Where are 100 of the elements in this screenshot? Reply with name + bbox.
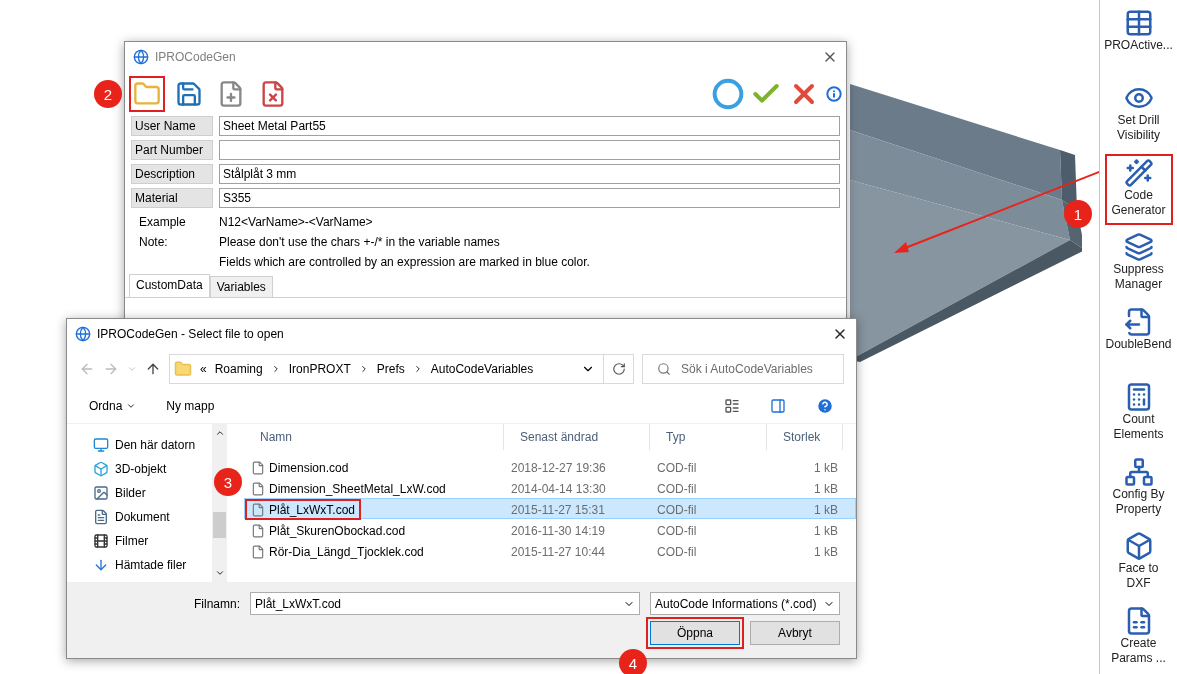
document-icon [93, 509, 109, 525]
type-cell-text: COD-fil [656, 481, 698, 496]
column-header[interactable]: Senast ändrad [504, 424, 650, 450]
file-row[interactable]: Dimension_SheetMetal_LxW.cod 2014-04-14 13:30 COD-fil 1 kB [244, 477, 856, 498]
filename-field[interactable]: Plåt_LxWxT.cod [250, 592, 640, 615]
organize-menu[interactable]: Ordna [89, 399, 137, 413]
date-cell-text: 2014-04-14 13:30 [510, 481, 607, 496]
step-badge: 2 [94, 80, 122, 108]
ribbon-button[interactable]: PROActive... [1104, 4, 1173, 76]
step-badge: 1 [1064, 200, 1092, 228]
field-label: Material [131, 188, 213, 208]
file-icon [251, 460, 265, 475]
help-icon[interactable] [816, 397, 834, 415]
path-prefix: « [200, 362, 207, 376]
hint-text: Fields which are controlled by an expression are marked in blue color. [219, 255, 590, 269]
filename-label: Filnamn: [194, 596, 240, 611]
field-label: Description [131, 164, 213, 184]
column-header[interactable]: Namn [244, 424, 504, 450]
cube-icon [93, 461, 109, 477]
file-name: Plåt_SkurenObockad.cod [245, 520, 412, 541]
input-field[interactable]: Sheet Metal Part55 [219, 116, 840, 136]
date-cell-text: 2015-11-27 15:31 [510, 502, 606, 517]
network-icon [1123, 456, 1154, 487]
search-field[interactable]: Sök i AutoCodeVariables [642, 354, 844, 384]
tab[interactable]: Variables [209, 276, 273, 297]
dialog-title: IPROCodeGen - Select file to open [97, 327, 285, 341]
pictures-icon [93, 485, 109, 501]
scrollbar-thumb[interactable] [213, 512, 226, 538]
column-header[interactable]: Storlek [767, 424, 843, 450]
type-cell-text: COD-fil [656, 460, 698, 475]
sidebar-item[interactable]: Hämtade filer [93, 556, 212, 574]
filter-dropdown[interactable]: AutoCode Informations (*.cod) [650, 592, 840, 615]
field-label: User Name [131, 116, 213, 136]
file-icon [251, 544, 265, 559]
info-icon[interactable] [826, 86, 842, 102]
ribbon-button[interactable]: DoubleBend [1104, 303, 1173, 375]
tab[interactable]: CustomData [129, 274, 210, 297]
type-cell-text: COD-fil [656, 544, 698, 559]
new-folder-button[interactable]: Ny mapp [166, 399, 215, 413]
size-cell-text: 1 kB [813, 460, 839, 475]
hint-label: Example [139, 215, 187, 229]
search-icon [657, 362, 671, 376]
file-row[interactable]: Plåt_LxWxT.cod 2015-11-27 15:31 COD-fil 1 kB [244, 498, 856, 519]
computer-icon [93, 437, 109, 453]
date-cell-text: 2016-11-30 14:19 [510, 523, 606, 538]
ribbon-button[interactable]: Config By Property [1104, 452, 1173, 525]
view-icon[interactable] [724, 398, 740, 414]
ribbon-button[interactable]: Face to DXF [1104, 527, 1173, 600]
folder-icon [174, 360, 192, 378]
file-icon [251, 523, 265, 538]
scroll-down-icon[interactable] [214, 568, 225, 578]
ribbon-button[interactable]: Count Elements [1104, 377, 1173, 450]
film-icon [93, 533, 109, 549]
path-segment[interactable]: Prefs [376, 362, 405, 376]
cancel-button[interactable]: Avbryt [750, 621, 840, 645]
scroll-up-icon[interactable] [214, 428, 225, 438]
input-field[interactable] [219, 140, 840, 160]
stop-icon[interactable] [712, 78, 744, 110]
column-header[interactable]: Typ [650, 424, 767, 450]
size-cell-text: 1 kB [813, 523, 839, 538]
sidebar-item[interactable]: Den här datorn [93, 436, 212, 454]
ribbon-button[interactable]: Create Params ... [1104, 602, 1173, 674]
app-icon [133, 49, 149, 65]
size-cell-text: 1 kB [813, 502, 839, 517]
app-icon [75, 326, 91, 342]
file-row[interactable]: Dimension.cod 2018-12-27 19:36 COD-fil 1 kB [244, 456, 856, 477]
file-name: Rör-Dia_Längd_Tjocklek.cod [245, 541, 430, 562]
path-segment[interactable]: AutoCodeVariables [430, 362, 534, 376]
hint-text: N12<VarName>-<VarName> [219, 215, 373, 229]
input-field[interactable]: S355 [219, 188, 840, 208]
file-icon [251, 481, 265, 496]
refresh-icon[interactable] [611, 362, 626, 376]
file-row[interactable]: Plåt_SkurenObockad.cod 2016-11-30 14:19 COD-fil 1 kB [244, 519, 856, 540]
size-cell-text: 1 kB [813, 481, 839, 496]
download-icon [93, 557, 109, 573]
file-name: Dimension_SheetMetal_LxW.cod [245, 478, 452, 499]
hint-label: Note: [139, 235, 169, 249]
window-title: IPROCodeGen [155, 50, 237, 64]
sidebar-item[interactable]: Bilder [93, 484, 212, 502]
ribbon-button[interactable]: Suppress Manager [1104, 228, 1173, 301]
sidebar-item[interactable]: Filmer [93, 532, 212, 550]
caret-icon [126, 401, 137, 411]
hint-text: Please don't use the chars +-/* in the variable names [219, 235, 500, 249]
date-cell-text: 2015-11-27 10:44 [510, 544, 606, 559]
ribbon-button[interactable]: Set Drill Visibility [1104, 78, 1173, 151]
path-segment[interactable]: Roaming [214, 362, 263, 376]
sidebar-item[interactable]: 3D-objekt [93, 460, 212, 478]
file-name: Plåt_LxWxT.cod [245, 499, 362, 520]
ribbon-button[interactable]: Code Generator [1104, 153, 1173, 226]
layers-icon [1123, 232, 1154, 263]
folder-button[interactable] [129, 76, 165, 112]
up-icon[interactable] [145, 361, 161, 377]
date-cell-text: 2018-12-27 19:36 [510, 460, 607, 475]
file-row[interactable]: Rör-Dia_Längd_Tjocklek.cod 2015-11-27 10:44 COD-fil 1 kB [244, 540, 856, 561]
preview-pane-icon[interactable] [770, 398, 786, 414]
sidebar-item[interactable]: Dokument [93, 508, 212, 526]
input-field[interactable]: Stålplåt 3 mm [219, 164, 840, 184]
address-bar[interactable]: « Roaming IronPROXT Prefs AutoCodeVariables [169, 354, 634, 384]
field-label: Part Number [131, 140, 213, 160]
path-segment[interactable]: IronPROXT [288, 362, 351, 376]
